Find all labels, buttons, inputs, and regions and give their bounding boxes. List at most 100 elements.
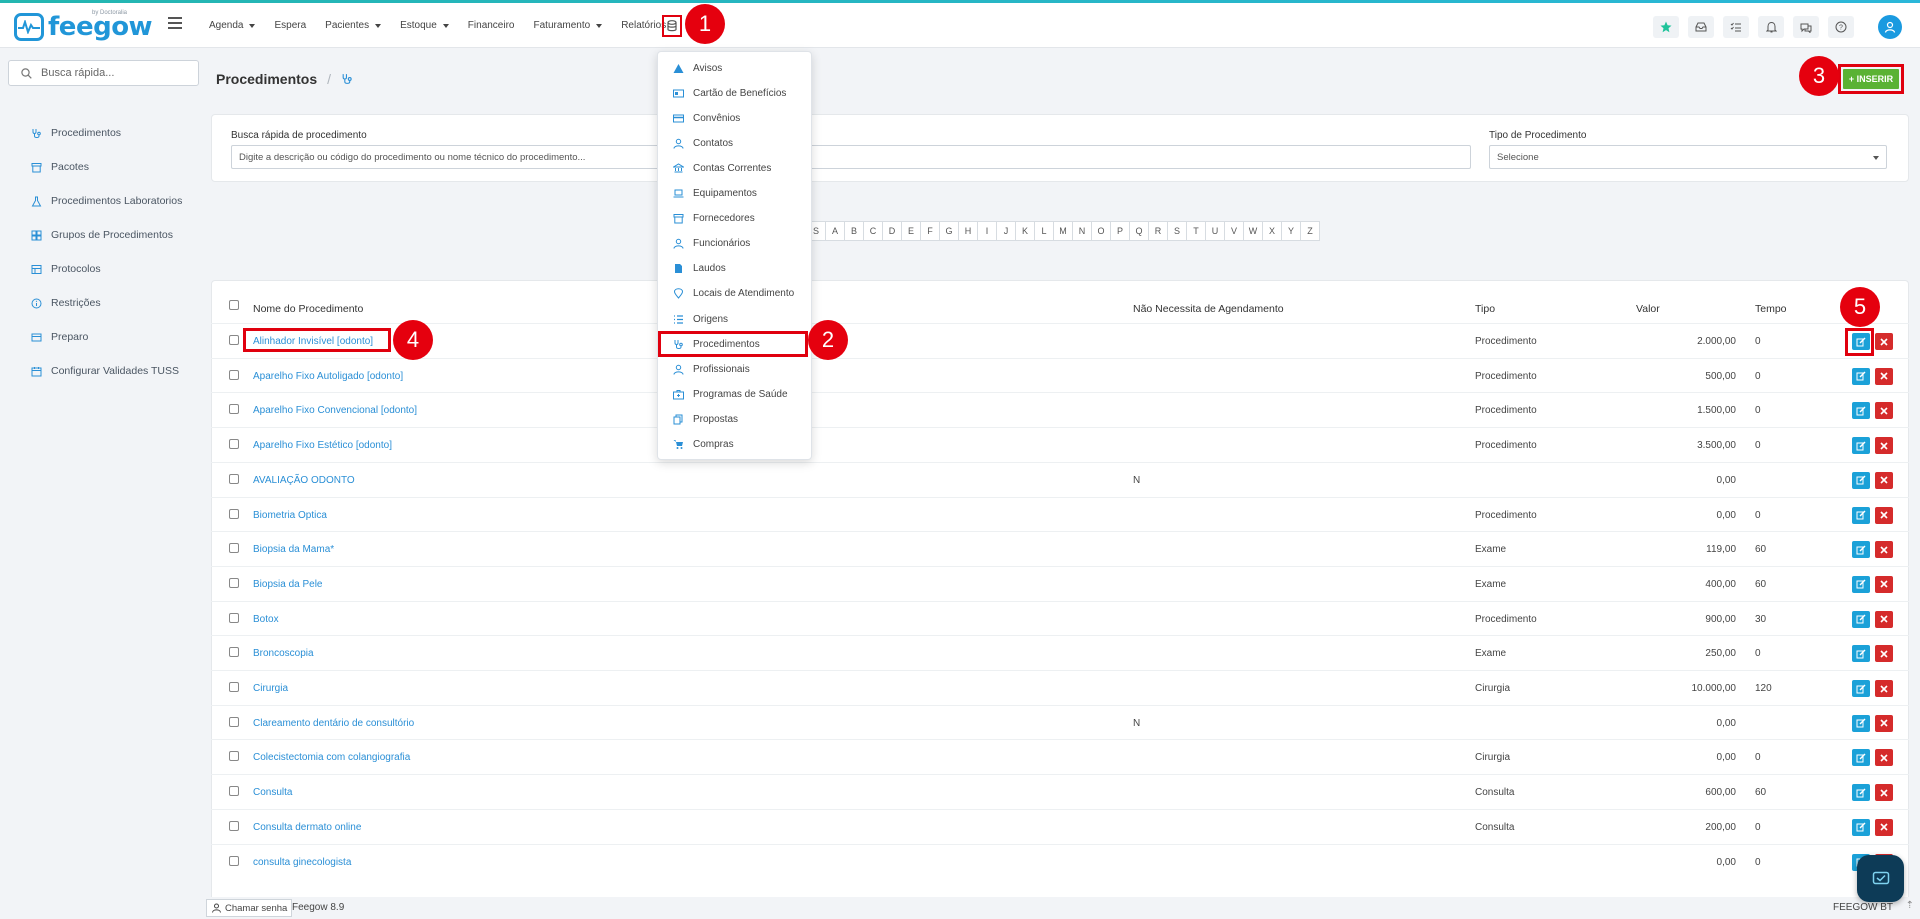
- row-checkbox[interactable]: [229, 335, 239, 345]
- insert-button[interactable]: + INSERIR: [1843, 69, 1899, 89]
- alphabet-letter[interactable]: B: [844, 221, 864, 241]
- sidebar-item-restricoes[interactable]: Restrições: [30, 286, 182, 320]
- procedure-name-link[interactable]: AVALIAÇÃO ODONTO: [253, 475, 355, 486]
- row-checkbox[interactable]: [229, 577, 239, 588]
- delete-button[interactable]: [1875, 367, 1893, 385]
- procedure-type-select[interactable]: Selecione: [1489, 145, 1887, 169]
- delete-button[interactable]: [1875, 645, 1893, 663]
- menu-item-programas-de-saude[interactable]: Programas de Saúde: [672, 384, 788, 404]
- edit-button[interactable]: [1852, 714, 1870, 732]
- row-checkbox[interactable]: [229, 508, 239, 519]
- row-checkbox[interactable]: [229, 473, 239, 484]
- alphabet-letter[interactable]: U: [1205, 221, 1225, 241]
- edit-button[interactable]: [1852, 680, 1870, 697]
- menu-item-convenios[interactable]: Convênios: [672, 108, 740, 128]
- procedure-name-link[interactable]: Consulta: [253, 787, 292, 798]
- alphabet-letter[interactable]: G: [939, 221, 959, 241]
- alphabet-letter[interactable]: A: [825, 221, 845, 241]
- sidebar-item-grupos[interactable]: Grupos de Procedimentos: [30, 218, 182, 252]
- delete-button[interactable]: [1875, 749, 1893, 767]
- procedure-name-link[interactable]: Aparelho Fixo Convencional [odonto]: [253, 405, 417, 416]
- nav-estoque[interactable]: Estoque: [400, 20, 449, 31]
- nav-relatorios[interactable]: Relatórios: [621, 20, 666, 31]
- sidebar-item-procedimentos[interactable]: Procedimentos: [30, 116, 182, 150]
- delete-button[interactable]: [1875, 541, 1893, 559]
- edit-button[interactable]: [1852, 645, 1870, 663]
- row-checkbox[interactable]: [229, 716, 239, 727]
- nav-pacientes[interactable]: Pacientes: [325, 20, 382, 31]
- menu-item-fornecedores[interactable]: Fornecedores: [672, 209, 755, 229]
- procedure-name-link[interactable]: consulta ginecologista: [253, 857, 351, 868]
- procedure-name-link[interactable]: Cirurgia: [253, 683, 288, 694]
- alphabet-letter[interactable]: Y: [1281, 221, 1301, 241]
- alphabet-letter[interactable]: R: [1148, 221, 1168, 241]
- menu-item-contatos[interactable]: Contatos: [672, 133, 733, 153]
- nav-espera[interactable]: Espera: [274, 20, 306, 31]
- scroll-up-icon[interactable]: ⇡: [1906, 900, 1914, 911]
- menu-item-origens[interactable]: Origens: [672, 309, 728, 329]
- alphabet-letter[interactable]: S: [1167, 221, 1187, 241]
- menu-item-avisos[interactable]: Avisos: [672, 58, 722, 78]
- row-checkbox[interactable]: [229, 404, 239, 415]
- row-checkbox[interactable]: [229, 543, 239, 554]
- procedure-name-link[interactable]: Consulta dermato online: [253, 822, 361, 833]
- menu-item-locais-de-atendimento[interactable]: Locais de Atendimento: [672, 284, 794, 304]
- delete-button[interactable]: [1875, 680, 1893, 697]
- checklist-icon[interactable]: [1723, 16, 1749, 38]
- edit-button[interactable]: [1852, 506, 1870, 524]
- alphabet-letter[interactable]: K: [1015, 221, 1035, 241]
- database-icon[interactable]: [662, 15, 682, 37]
- help-icon[interactable]: ?: [1828, 16, 1854, 38]
- select-all-checkbox[interactable]: [229, 300, 239, 310]
- delete-button[interactable]: [1875, 402, 1893, 420]
- chat-widget-button[interactable]: [1857, 855, 1904, 902]
- procedure-name-link[interactable]: Biopsia da Pele: [253, 579, 323, 590]
- alphabet-letter[interactable]: T: [1186, 221, 1206, 241]
- search-procedure-input[interactable]: Digite a descrição ou código do procedim…: [231, 145, 1471, 169]
- alphabet-letter[interactable]: P: [1110, 221, 1130, 241]
- chat-icon[interactable]: [1793, 16, 1819, 38]
- menu-item-funcionarios[interactable]: Funcionários: [672, 234, 750, 254]
- delete-button[interactable]: [1875, 575, 1893, 593]
- menu-item-compras[interactable]: Compras: [672, 435, 734, 455]
- edit-button[interactable]: [1852, 818, 1870, 836]
- delete-button[interactable]: [1875, 714, 1893, 732]
- alphabet-letter[interactable]: V: [1224, 221, 1244, 241]
- menu-item-propostas[interactable]: Propostas: [672, 409, 738, 429]
- alphabet-letter[interactable]: W: [1243, 221, 1263, 241]
- row-checkbox[interactable]: [229, 439, 239, 450]
- user-avatar-icon[interactable]: [1878, 15, 1902, 39]
- row-checkbox[interactable]: [229, 751, 239, 762]
- row-checkbox[interactable]: [229, 820, 239, 831]
- sidebar-item-protocolos[interactable]: Protocolos: [30, 252, 182, 286]
- alphabet-letter[interactable]: C: [863, 221, 883, 241]
- menu-item-equipamentos[interactable]: Equipamentos: [672, 184, 757, 204]
- alphabet-letter[interactable]: O: [1091, 221, 1111, 241]
- inbox-icon[interactable]: [1688, 16, 1714, 38]
- edit-button[interactable]: [1852, 437, 1870, 455]
- alphabet-letter[interactable]: Z: [1300, 221, 1320, 241]
- alphabet-letter[interactable]: M: [1053, 221, 1073, 241]
- alphabet-letter[interactable]: E: [901, 221, 921, 241]
- quick-search-input[interactable]: Busca rápida...: [8, 60, 199, 86]
- delete-button[interactable]: [1875, 818, 1893, 836]
- row-checkbox[interactable]: [229, 855, 239, 866]
- edit-button[interactable]: [1852, 471, 1870, 489]
- edit-button[interactable]: [1852, 575, 1870, 593]
- alphabet-letter[interactable]: Q: [1129, 221, 1149, 241]
- sidebar-item-pacotes[interactable]: Pacotes: [30, 150, 182, 184]
- nav-faturamento[interactable]: Faturamento: [534, 20, 603, 31]
- procedure-name-link[interactable]: Clareamento dentário de consultório: [253, 718, 414, 729]
- edit-button[interactable]: [1852, 784, 1870, 802]
- delete-button[interactable]: [1875, 471, 1893, 489]
- edit-button[interactable]: [1852, 367, 1870, 385]
- edit-button[interactable]: [1852, 610, 1870, 628]
- star-icon[interactable]: [1653, 16, 1679, 38]
- row-checkbox[interactable]: [229, 682, 239, 692]
- logo[interactable]: feegow by Doctoralia: [14, 10, 153, 42]
- alphabet-letter[interactable]: X: [1262, 221, 1282, 241]
- menu-item-profissionais[interactable]: Profissionais: [672, 359, 750, 379]
- row-checkbox[interactable]: [229, 612, 239, 623]
- alphabet-letter[interactable]: H: [958, 221, 978, 241]
- delete-button[interactable]: [1875, 610, 1893, 628]
